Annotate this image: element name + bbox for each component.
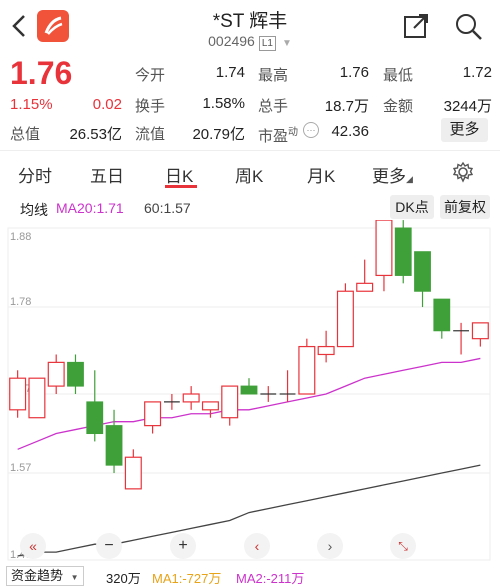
candle-body-up <box>375 220 393 277</box>
caret-icon: ◢ <box>406 174 413 184</box>
caret-down-icon[interactable]: ▼ <box>282 38 292 49</box>
tab-more[interactable]: 更多◢ <box>372 162 413 187</box>
open-value: 1.74 <box>215 64 245 81</box>
fullscreen-button[interactable]: ⤡ <box>390 533 416 559</box>
tab-five-day[interactable]: 五日 <box>90 162 124 187</box>
candle-body-up <box>9 377 27 411</box>
candle-body-up <box>201 401 219 411</box>
float-cap-label: 流值 <box>135 126 166 143</box>
candle-body-up <box>144 401 162 427</box>
search-button[interactable] <box>454 12 484 42</box>
change-pct: 1.15% <box>10 96 53 113</box>
ma1-value: MA1:-727万 <box>152 571 222 586</box>
tab-monthly-k[interactable]: 月K <box>307 162 335 187</box>
ma-label[interactable]: 均线 <box>20 200 48 220</box>
candle-body-up <box>182 393 200 403</box>
candle-body-down <box>86 401 104 435</box>
turnover-value: 1.58% <box>202 95 245 112</box>
pe-dynamic-mark: 动 <box>288 127 299 138</box>
candle-body-down <box>105 425 123 466</box>
adjust-button[interactable]: 前复权 <box>440 195 490 219</box>
open-label: 今开 <box>135 67 166 84</box>
caret-down-icon: ▼ <box>70 573 79 582</box>
share-button[interactable] <box>402 12 430 40</box>
total-cap-label: 总值 <box>10 126 41 143</box>
settings-button[interactable] <box>452 161 474 183</box>
low-label: 最低 <box>383 67 414 84</box>
dk-point-button[interactable]: DK点 <box>390 195 434 219</box>
ma60-value: 60:1.57 <box>144 200 191 216</box>
candle-body-up <box>221 385 239 419</box>
candle-body-up <box>336 290 354 348</box>
y-tick-label: 1.57 <box>10 462 31 474</box>
chart-controls: « − + ‹ › ⤡ <box>0 533 500 559</box>
active-tab-underline <box>165 185 197 188</box>
pe-value: 42.36 <box>331 123 369 140</box>
divider <box>0 150 500 151</box>
amount-value: 3244万 <box>443 98 492 115</box>
zoom-out-button[interactable]: − <box>96 533 122 559</box>
step-left-button[interactable]: ‹ <box>244 533 270 559</box>
fund-trend-dropdown[interactable]: 资金趋势 ▼ <box>6 566 84 586</box>
candle-body-up <box>317 345 335 356</box>
tab-weekly-k[interactable]: 周K <box>235 162 263 187</box>
step-right-button[interactable]: › <box>317 533 343 559</box>
candle-body-down <box>67 361 84 387</box>
volume-label: 总手 <box>258 98 289 115</box>
candle-body-up <box>47 361 65 387</box>
change-value: 0.02 <box>92 96 122 113</box>
level-badge: L1 <box>258 36 276 51</box>
fast-backward-button[interactable]: « <box>20 533 46 559</box>
tab-intraday[interactable]: 分时 <box>18 162 52 187</box>
candle-body-up <box>471 322 489 340</box>
share-icon <box>404 14 428 38</box>
tab-daily-k[interactable]: 日K <box>165 162 193 187</box>
candle-body-down <box>240 385 258 395</box>
stock-code: 002496 <box>208 33 255 49</box>
more-button[interactable]: 更多 <box>441 118 488 142</box>
y-tick-label: 1.88 <box>10 231 31 243</box>
candle-body-up <box>298 345 316 395</box>
minus-icon: − <box>104 537 114 554</box>
high-label: 最高 <box>258 67 289 84</box>
expand-icon: ⤡ <box>398 539 408 553</box>
chevron-right-icon: › <box>327 538 333 554</box>
volume-value: 18.7万 <box>324 98 369 115</box>
gear-icon <box>452 161 474 183</box>
current-price: 1.76 <box>10 55 73 91</box>
fund-trend-label: 资金趋势 <box>11 568 64 583</box>
high-value: 1.76 <box>339 64 369 81</box>
info-icon[interactable]: ··· <box>303 122 319 138</box>
kline-chart[interactable]: 1.881.781.671.571.46 <box>0 220 500 565</box>
ma20-value: MA20:1.71 <box>56 200 124 216</box>
candle-body-up <box>124 456 142 490</box>
zoom-in-button[interactable]: + <box>170 533 196 559</box>
turnover-label: 换手 <box>135 98 166 115</box>
candle-body-down <box>394 227 412 276</box>
y-tick-label: 1.78 <box>10 296 31 308</box>
candle-body-down <box>414 251 431 292</box>
low-value: 1.72 <box>462 64 492 81</box>
pe-label: 市盈动 <box>258 127 299 145</box>
candle-body-down <box>433 298 451 332</box>
chevron-left-icon: ‹ <box>254 538 260 554</box>
amount-label: 金额 <box>383 98 414 115</box>
float-cap-value: 20.79亿 <box>192 126 245 143</box>
fund-value: 320万 <box>106 571 141 586</box>
search-icon <box>456 14 482 40</box>
plus-icon: + <box>178 537 188 554</box>
candle-body-up <box>28 377 46 419</box>
candle-body-up <box>356 282 374 292</box>
ma2-value: MA2:-211万 <box>236 571 305 586</box>
double-left-icon: « <box>29 538 37 554</box>
total-cap-value: 26.53亿 <box>69 126 122 143</box>
